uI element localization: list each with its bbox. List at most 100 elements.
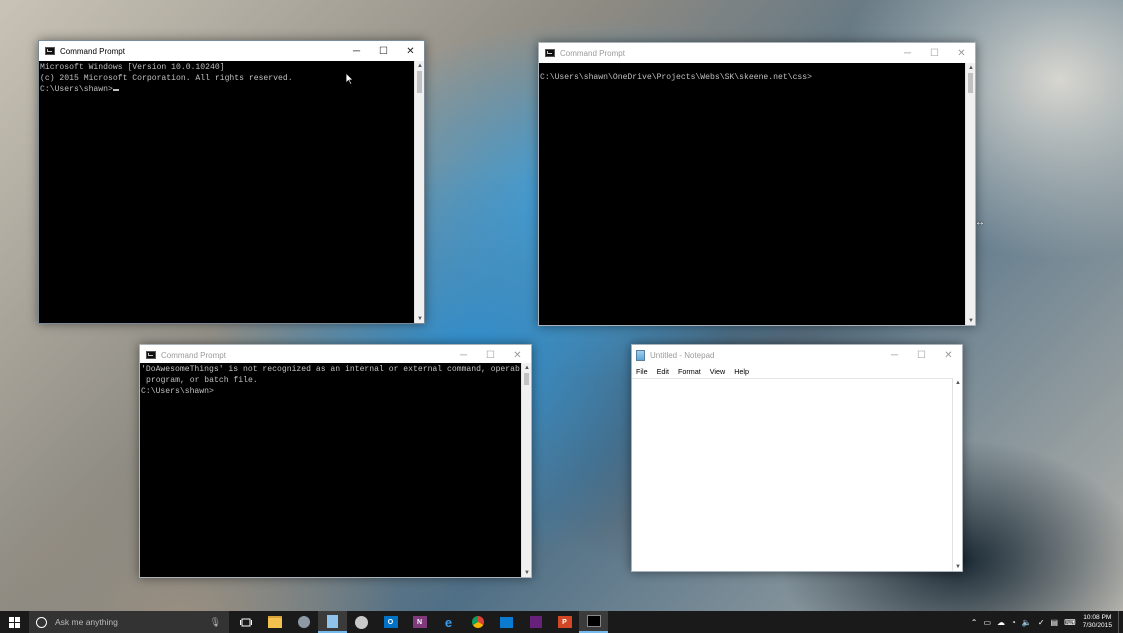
- taskbar-app-command-prompt[interactable]: [579, 611, 608, 633]
- settings-gear-icon: [297, 616, 310, 628]
- scrollbar-thumb[interactable]: [524, 373, 529, 385]
- taskbar-app-outlook[interactable]: O: [376, 611, 405, 633]
- scroll-down-arrow-icon[interactable]: ▼: [415, 314, 425, 323]
- notepad-text-area[interactable]: [632, 378, 952, 571]
- folder-icon: [267, 616, 282, 628]
- cmd-window-3[interactable]: Command Prompt ─ ☐ ✕ 'DoAwesomeThings' i…: [139, 344, 532, 578]
- scroll-down-arrow-icon[interactable]: ▼: [522, 568, 532, 577]
- clock-time: 10:08 PM: [1083, 614, 1112, 621]
- window-title: Command Prompt: [161, 350, 226, 360]
- scroll-down-arrow-icon[interactable]: ▼: [966, 316, 976, 325]
- menu-edit[interactable]: Edit: [657, 365, 669, 378]
- touch-keyboard-icon[interactable]: ⌨: [1064, 618, 1076, 627]
- menu-format[interactable]: Format: [678, 365, 701, 378]
- command-prompt-icon: [586, 615, 601, 627]
- console-prompt: C:\Users\shawn>: [141, 387, 214, 397]
- vertical-scrollbar[interactable]: ▲ ▼: [414, 61, 424, 323]
- cmd-window-1[interactable]: Command Prompt ─ ☐ ✕ Microsoft Windows […: [38, 40, 425, 324]
- onenote-icon: N: [412, 616, 427, 628]
- minimize-button[interactable]: ─: [894, 43, 921, 63]
- menu-help[interactable]: Help: [734, 365, 749, 378]
- network-icon[interactable]: ▭: [983, 618, 991, 627]
- cmd-icon: [545, 49, 555, 57]
- taskbar-app-file-explorer[interactable]: [260, 611, 289, 633]
- maximize-button[interactable]: ☐: [477, 345, 504, 365]
- notepad-window[interactable]: Untitled - Notepad ─ ☐ ✕ File Edit Forma…: [631, 344, 963, 572]
- cortana-search-box[interactable]: Ask me anything 🎙: [29, 611, 229, 633]
- taskbar-app-avatar[interactable]: [347, 611, 376, 633]
- clock-date: 7/30/2015: [1082, 622, 1112, 629]
- chrome-icon: [471, 616, 484, 628]
- taskbar-app-visual-studio[interactable]: [521, 611, 550, 633]
- show-hidden-icons-chevron-icon[interactable]: ⌃: [971, 618, 978, 627]
- start-button[interactable]: [0, 611, 29, 633]
- cmd-window-2-titlebar[interactable]: Command Prompt ─ ☐ ✕: [539, 43, 975, 63]
- taskbar-app-store[interactable]: [289, 611, 318, 633]
- volume-icon[interactable]: 🔈: [1022, 618, 1032, 627]
- console-prompt-line: C:\Users\shawn>: [40, 84, 414, 95]
- vertical-scrollbar[interactable]: ▲ ▼: [952, 378, 962, 571]
- vertical-scrollbar[interactable]: ▲ ▼: [521, 363, 531, 577]
- cmd-window-2[interactable]: Command Prompt ─ ☐ ✕ C:\Users\shawn\OneD…: [538, 42, 976, 326]
- onedrive-icon[interactable]: ☁: [997, 618, 1005, 627]
- console-output[interactable]: 'DoAwesomeThings' is not recognized as a…: [140, 363, 521, 577]
- console-line: 'DoAwesomeThings' is not recognized as a…: [141, 365, 521, 374]
- console-line: program, or batch file.: [146, 376, 258, 386]
- wifi-icon[interactable]: ◔: [1011, 618, 1016, 627]
- task-view-button[interactable]: [231, 611, 260, 633]
- maximize-button[interactable]: ☐: [908, 345, 935, 365]
- taskbar-app-chrome[interactable]: [463, 611, 492, 633]
- taskbar-app-notepad[interactable]: [318, 611, 347, 633]
- window-title: Command Prompt: [60, 46, 125, 56]
- cmd-icon: [45, 47, 55, 55]
- maximize-button[interactable]: ☐: [370, 41, 397, 61]
- scroll-up-arrow-icon[interactable]: ▲: [953, 378, 963, 387]
- close-button[interactable]: ✕: [948, 43, 975, 63]
- taskbar-app-edge[interactable]: e: [434, 611, 463, 633]
- minimize-button[interactable]: ─: [881, 345, 908, 365]
- cmd-icon: [146, 351, 156, 359]
- taskbar-app-onenote[interactable]: N: [405, 611, 434, 633]
- taskbar-app-photos[interactable]: [492, 611, 521, 633]
- visual-studio-icon: [529, 616, 542, 628]
- task-view-icon: [239, 618, 252, 626]
- close-button[interactable]: ✕: [935, 345, 962, 365]
- mouse-pointer-icon: [346, 73, 354, 85]
- scroll-up-arrow-icon[interactable]: ▲: [415, 61, 425, 70]
- scrollbar-thumb[interactable]: [417, 71, 422, 93]
- window-title: Untitled - Notepad: [650, 350, 715, 360]
- console-prompt: C:\Users\shawn>: [40, 85, 113, 95]
- console-output[interactable]: C:\Users\shawn\OneDrive\Projects\Webs\SK…: [539, 63, 965, 325]
- scroll-down-arrow-icon[interactable]: ▼: [953, 562, 963, 571]
- minimize-button[interactable]: ─: [343, 41, 370, 61]
- clock[interactable]: 10:08 PM 7/30/2015: [1083, 614, 1112, 630]
- cmd-window-3-titlebar[interactable]: Command Prompt ─ ☐ ✕: [140, 345, 531, 365]
- menu-view[interactable]: View: [710, 365, 725, 378]
- vertical-scrollbar[interactable]: ▲ ▼: [965, 63, 975, 325]
- cmd-window-1-titlebar[interactable]: Command Prompt ─ ☐ ✕: [39, 41, 424, 61]
- console-output[interactable]: Microsoft Windows [Version 10.0.10240] (…: [39, 61, 414, 323]
- microphone-icon[interactable]: 🎙: [210, 617, 221, 628]
- maximize-button[interactable]: ☐: [921, 43, 948, 63]
- search-input[interactable]: Ask me anything: [55, 617, 210, 627]
- outlook-icon: O: [383, 616, 398, 628]
- console-line: (c) 2015 Microsoft Corporation. All righ…: [40, 74, 293, 84]
- resize-cursor-icon: ↔: [975, 217, 985, 228]
- notepad-titlebar[interactable]: Untitled - Notepad ─ ☐ ✕: [632, 345, 962, 365]
- taskbar-app-powerpoint[interactable]: P: [550, 611, 579, 633]
- show-desktop-button[interactable]: [1118, 611, 1123, 633]
- close-button[interactable]: ✕: [397, 41, 424, 61]
- scroll-up-arrow-icon[interactable]: ▲: [522, 363, 532, 372]
- close-button[interactable]: ✕: [504, 345, 531, 365]
- console-line: Microsoft Windows [Version 10.0.10240]: [40, 63, 225, 72]
- window-title: Command Prompt: [560, 48, 625, 58]
- vpn-shield-icon[interactable]: ✓: [1038, 618, 1045, 627]
- text-cursor: [112, 89, 119, 92]
- menu-file[interactable]: File: [636, 365, 648, 378]
- action-center-icon[interactable]: ▤: [1051, 618, 1059, 627]
- scrollbar-thumb[interactable]: [968, 73, 973, 93]
- powerpoint-icon: P: [557, 616, 572, 628]
- avatar-icon: [355, 615, 368, 629]
- scroll-up-arrow-icon[interactable]: ▲: [966, 63, 976, 72]
- minimize-button[interactable]: ─: [450, 345, 477, 365]
